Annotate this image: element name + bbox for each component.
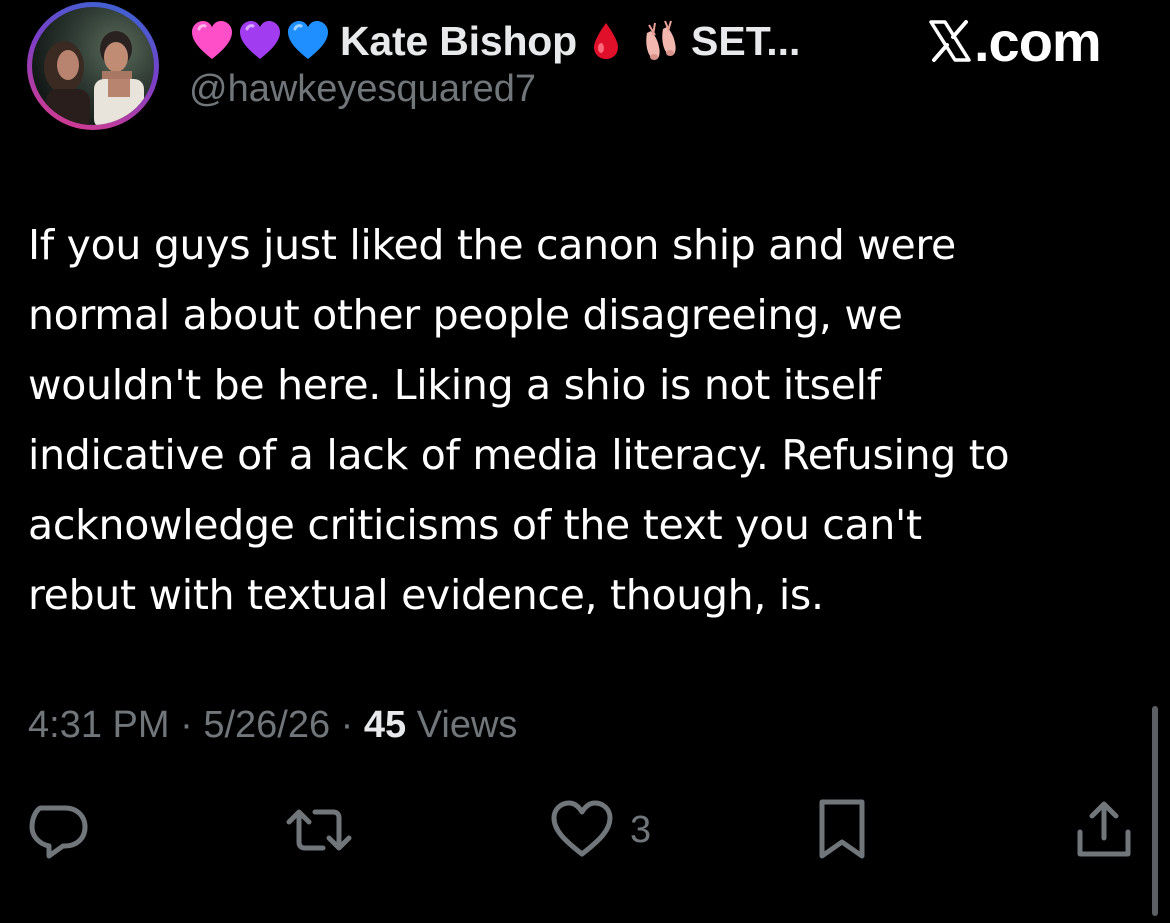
bookmark-icon (819, 799, 865, 859)
repost-button[interactable] (283, 798, 355, 862)
tweet-text-line: acknowledge criticisms of the text you c… (28, 501, 922, 549)
bookmark-button[interactable] (814, 798, 870, 862)
tweet-time[interactable]: 4:31 PM (28, 704, 170, 746)
author-name-suffix[interactable]: SET... (691, 18, 800, 65)
tweet-text-line: rebut with textual evidence, though, is. (28, 571, 824, 619)
avatar-image (32, 7, 154, 125)
views-label: Views (416, 704, 518, 746)
reply-icon (29, 805, 88, 859)
heart-outline-icon (551, 800, 613, 857)
ballet-shoes-icon (646, 20, 676, 60)
like-button[interactable]: 3 (550, 798, 651, 862)
author-handle[interactable]: @hawkeyesquared7 (189, 68, 536, 111)
views-count: 45 (363, 704, 407, 746)
x-logo: .com (928, 10, 1102, 73)
tweet-text-line: wouldn't be here. Liking a shio is not i… (28, 361, 881, 409)
purple-heart-icon (240, 21, 280, 59)
meta-separator: · (340, 704, 354, 746)
like-count: 3 (630, 808, 652, 851)
tweet-text-line: If you guys just liked the canon ship an… (28, 221, 956, 269)
tweet-text-line: indicative of a lack of media literacy. … (28, 431, 1010, 479)
blue-heart-icon (288, 21, 328, 59)
pink-heart-icon (192, 21, 232, 59)
tweet-card: Kate Bishop SET... @hawkeyesquared7 .com… (0, 0, 1170, 923)
tweet-meta: 4:31 PM · 5/26/26 · 45 Views (28, 704, 517, 747)
action-bar: 3 (0, 790, 1170, 870)
drop-of-blood-icon (594, 23, 618, 59)
repost-icon (286, 809, 352, 851)
meta-separator: · (180, 704, 193, 746)
tweet-text-line: normal about other people disagreeing, w… (28, 291, 903, 339)
author-display-name[interactable]: Kate Bishop (340, 18, 577, 65)
share-icon (1077, 801, 1131, 857)
tweet-date[interactable]: 5/26/26 (203, 704, 330, 746)
avatar[interactable] (27, 2, 159, 130)
share-button[interactable] (1072, 798, 1136, 862)
x-logo-icon (929, 20, 971, 62)
author-name-row[interactable]: Kate Bishop SET... (190, 12, 800, 70)
reply-button[interactable] (27, 798, 91, 862)
tweet-text: If you guys just liked the canon ship an… (28, 210, 1148, 630)
x-logo-text: .com (974, 9, 1102, 73)
scrollbar[interactable] (1152, 706, 1158, 916)
